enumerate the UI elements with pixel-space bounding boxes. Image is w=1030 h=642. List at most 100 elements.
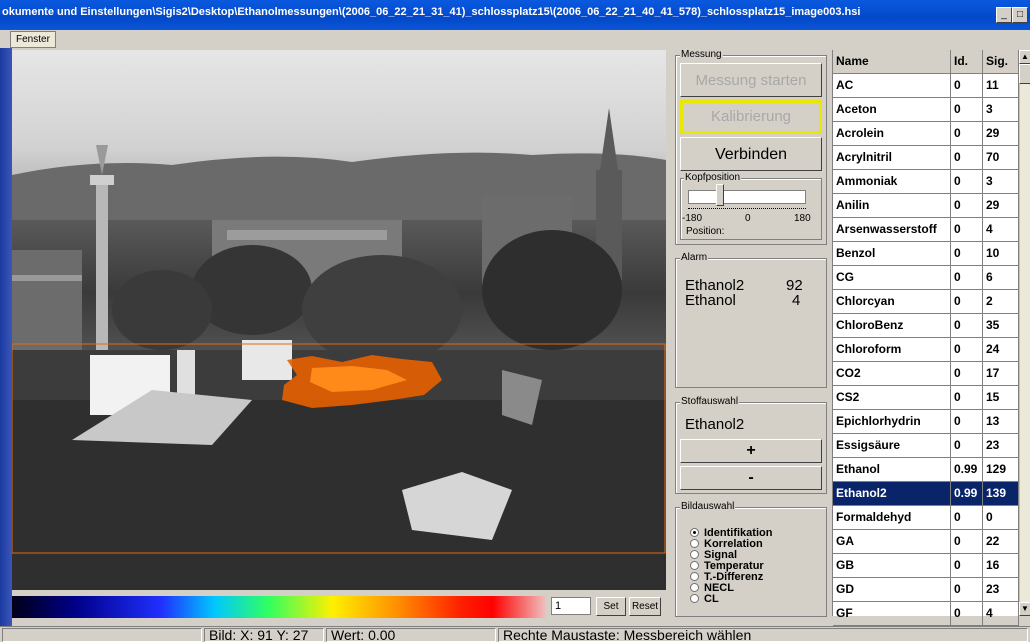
table-row[interactable]: Essigsäure 0 23: [833, 434, 1019, 458]
cell-sig: 24: [983, 338, 1019, 361]
radio-icon: [690, 582, 699, 592]
table-row[interactable]: Aceton 0 3: [833, 98, 1019, 122]
cell-id: 0: [951, 170, 983, 193]
status-bild: Bild: X: 91 Y: 27: [204, 628, 324, 642]
table-row[interactable]: GF 0 4: [833, 602, 1019, 626]
radio-checked-icon: [690, 527, 699, 537]
cell-name: AC: [833, 74, 951, 97]
cell-sig: 4: [983, 602, 1019, 625]
kopfposition-slider-handle[interactable]: [716, 184, 724, 206]
cell-id: 0: [951, 74, 983, 97]
kopfposition-slider-track[interactable]: [688, 190, 806, 204]
cell-name: Acrylnitril: [833, 146, 951, 169]
cell-id: 0: [951, 410, 983, 433]
column-header-id[interactable]: Id.: [951, 50, 983, 74]
cell-name: CG: [833, 266, 951, 289]
cell-name: Chloroform: [833, 338, 951, 361]
camera-view[interactable]: [12, 50, 666, 590]
alarm-item-value: 92: [786, 277, 803, 294]
table-row[interactable]: Arsenwasserstoff 0 4: [833, 218, 1019, 242]
stoff-minus-button[interactable]: -: [680, 466, 822, 490]
cell-id: 0: [951, 602, 983, 625]
cell-sig: 129: [983, 458, 1019, 481]
table-row[interactable]: Chloroform 0 24: [833, 338, 1019, 362]
colorbar-value-input[interactable]: 1: [551, 597, 591, 615]
cell-name: Epichlorhydrin: [833, 410, 951, 433]
table-row[interactable]: Ethanol2 0.99 139: [833, 482, 1019, 506]
table-row[interactable]: Acrylnitril 0 70: [833, 146, 1019, 170]
menu-fenster[interactable]: Fenster: [10, 31, 56, 48]
table-row[interactable]: Formaldehyd 0 0: [833, 506, 1019, 530]
position-label: Position:: [686, 226, 725, 237]
kalibrierung-button[interactable]: Kalibrierung: [680, 100, 822, 134]
cell-sig: 23: [983, 578, 1019, 601]
cell-name: GD: [833, 578, 951, 601]
table-row[interactable]: AC 0 11: [833, 74, 1019, 98]
verbinden-button[interactable]: Verbinden: [680, 137, 822, 171]
table-scrollbar[interactable]: [1019, 50, 1030, 616]
cell-id: 0: [951, 386, 983, 409]
substance-table[interactable]: Name Id. Sig. AC 0 11 Aceton 0 3 Acrolein 0 29 Ac…: [832, 50, 1030, 626]
cell-id: 0: [951, 290, 983, 313]
cell-id: 0: [951, 530, 983, 553]
minimize-icon[interactable]: _: [996, 7, 1012, 23]
table-row[interactable]: Acrolein 0 29: [833, 122, 1019, 146]
cell-name: GF: [833, 602, 951, 625]
table-row[interactable]: CG 0 6: [833, 266, 1019, 290]
status-hint: Rechte Maustaste: Messbereich wählen: [498, 628, 1028, 642]
cell-sig: 70: [983, 146, 1019, 169]
table-row[interactable]: Epichlorhydrin 0 13: [833, 410, 1019, 434]
status-bar: Bild: X: 91 Y: 27 Wert: 0.00 Rechte Maus…: [0, 626, 1030, 642]
table-row[interactable]: Ammoniak 0 3: [833, 170, 1019, 194]
status-panel-empty: [2, 628, 202, 642]
column-header-sig[interactable]: Sig.: [983, 50, 1019, 74]
table-row[interactable]: Anilin 0 29: [833, 194, 1019, 218]
radio-icon: [690, 549, 699, 559]
color-scale-bar: [12, 596, 546, 618]
kopfposition-title: Kopfposition: [684, 172, 742, 183]
table-row[interactable]: GA 0 22: [833, 530, 1019, 554]
scroll-down-icon[interactable]: ▼: [1019, 602, 1030, 616]
table-row[interactable]: GB 0 16: [833, 554, 1019, 578]
kopfposition-max-label: 180: [794, 213, 811, 224]
table-row[interactable]: GD 0 23: [833, 578, 1019, 602]
cell-name: Aceton: [833, 98, 951, 121]
scrollbar-thumb[interactable]: [1019, 64, 1030, 84]
cell-id: 0: [951, 314, 983, 337]
alarm-item-name: Ethanol: [685, 292, 736, 309]
cell-name: Chlorcyan: [833, 290, 951, 313]
cell-sig: 35: [983, 314, 1019, 337]
table-row[interactable]: Chlorcyan 0 2: [833, 290, 1019, 314]
table-row[interactable]: CS2 0 15: [833, 386, 1019, 410]
scroll-up-icon[interactable]: ▲: [1019, 50, 1030, 64]
camera-image: [12, 108, 666, 590]
cell-id: 0: [951, 194, 983, 217]
cell-id: 0: [951, 362, 983, 385]
cell-id: 0: [951, 578, 983, 601]
stoffauswahl-selected: Ethanol2: [685, 416, 745, 433]
cell-id: 0: [951, 554, 983, 577]
cell-sig: 22: [983, 530, 1019, 553]
table-row[interactable]: ChloroBenz 0 35: [833, 314, 1019, 338]
cell-sig: 6: [983, 266, 1019, 289]
cell-name: ChloroBenz: [833, 314, 951, 337]
cell-sig: 0: [983, 506, 1019, 529]
cell-sig: 11: [983, 74, 1019, 97]
table-row[interactable]: Ethanol 0.99 129: [833, 458, 1019, 482]
reset-button[interactable]: Reset: [629, 597, 661, 616]
messung-starten-button[interactable]: Messung starten: [680, 63, 822, 97]
cell-sig: 15: [983, 386, 1019, 409]
set-button[interactable]: Set: [596, 597, 626, 616]
column-header-name[interactable]: Name: [833, 50, 951, 74]
bildauswahl-title: Bildauswahl: [680, 501, 736, 512]
cell-name: Ethanol2: [833, 482, 951, 505]
bildauswahl-options: Identifikation Korrelation Signal Temper…: [682, 528, 822, 613]
table-row[interactable]: CO2 0 17: [833, 362, 1019, 386]
cell-id: 0: [951, 242, 983, 265]
stoff-plus-button[interactable]: +: [680, 439, 822, 463]
window-title: okumente und Einstellungen\Sigis2\Deskto…: [2, 6, 861, 18]
table-row[interactable]: Benzol 0 10: [833, 242, 1019, 266]
maximize-icon[interactable]: □: [1012, 7, 1028, 23]
radio-cl[interactable]: CL: [690, 594, 719, 605]
cell-id: 0: [951, 122, 983, 145]
